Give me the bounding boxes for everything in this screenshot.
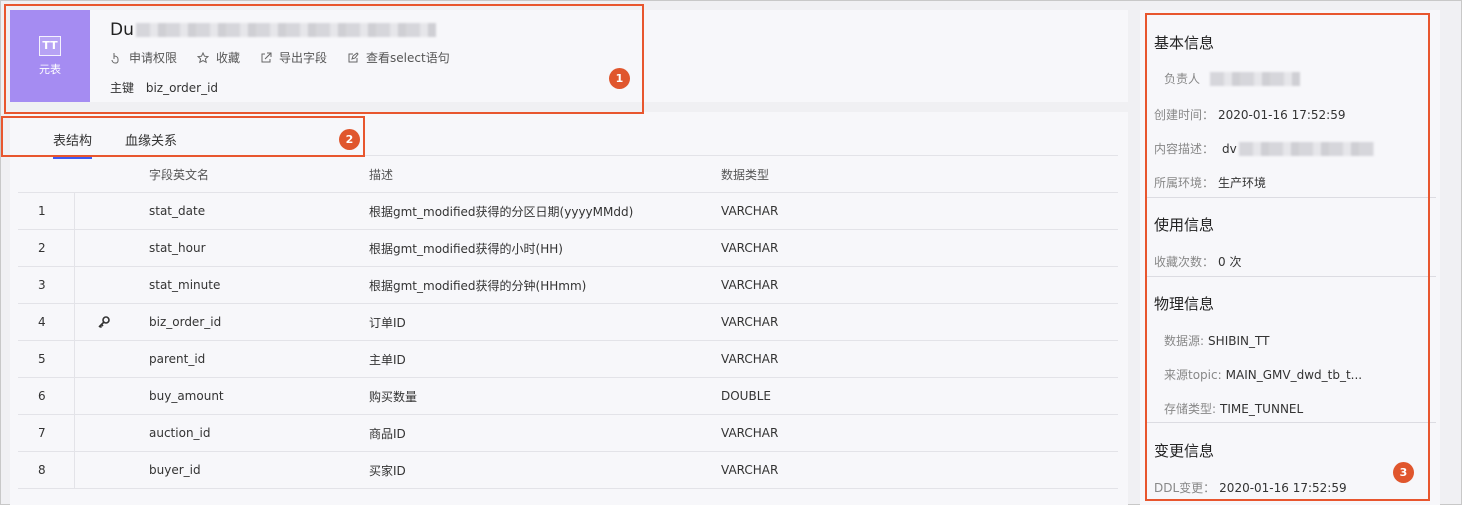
row-index: 1 xyxy=(18,193,75,229)
callout-box-1 xyxy=(4,4,644,114)
field-type: VARCHAR xyxy=(721,463,779,477)
field-description: 买家ID xyxy=(369,463,406,478)
field-type: DOUBLE xyxy=(721,389,771,403)
table-row[interactable]: 1 stat_date 根据gmt_modified获得的分区日期(yyyyMMdd… xyxy=(18,193,1118,230)
row-index: 2 xyxy=(18,230,75,266)
row-index: 6 xyxy=(18,378,75,414)
field-type: VARCHAR xyxy=(721,204,779,218)
callout-box-3 xyxy=(1145,13,1430,501)
table-row[interactable]: 3 stat_minute 根据gmt_modified获得的分钟(HHmm) VAR… xyxy=(18,267,1118,304)
field-name: biz_order_id xyxy=(149,315,222,329)
row-key-cell xyxy=(75,304,149,340)
row-key-cell xyxy=(75,267,149,303)
field-type: VARCHAR xyxy=(721,352,779,366)
field-description: 购买数量 xyxy=(369,389,418,404)
field-type: VARCHAR xyxy=(721,241,779,255)
row-key-cell xyxy=(75,415,149,451)
column-header-type: 数据类型 xyxy=(721,167,770,182)
field-description: 订单ID xyxy=(369,315,406,330)
field-name: parent_id xyxy=(149,352,206,366)
field-description: 根据gmt_modified获得的小时(HH) xyxy=(369,241,563,256)
field-name: stat_minute xyxy=(149,278,221,292)
field-name: auction_id xyxy=(149,426,211,440)
field-name: buyer_id xyxy=(149,463,201,477)
fields-table: 字段英文名 描述 数据类型 1 stat_date 根据gmt_modified获得… xyxy=(18,155,1118,489)
table-row[interactable]: 8 buyer_id 买家ID VARCHAR xyxy=(18,452,1118,489)
table-row[interactable]: 4 biz_order_id 订单ID VARCHAR xyxy=(18,304,1118,341)
index-header xyxy=(18,156,75,192)
main-card: 表结构 血缘关系 字段英文名 描述 数据类型 1 stat_date 根据gmt_m… xyxy=(10,112,1128,505)
callout-badge-3: 3 xyxy=(1393,462,1414,483)
row-index: 4 xyxy=(18,304,75,340)
callout-badge-2: 2 xyxy=(339,129,360,150)
table-header-row: 字段英文名 描述 数据类型 xyxy=(18,156,1118,193)
field-name: stat_hour xyxy=(149,241,206,255)
row-index: 3 xyxy=(18,267,75,303)
row-key-cell xyxy=(75,230,149,266)
row-key-cell xyxy=(75,341,149,377)
row-key-cell xyxy=(75,193,149,229)
field-type: VARCHAR xyxy=(721,315,779,329)
column-header-name: 字段英文名 xyxy=(149,167,210,182)
table-row[interactable]: 5 parent_id 主单ID VARCHAR xyxy=(18,341,1118,378)
callout-box-2 xyxy=(1,116,365,157)
row-key-cell xyxy=(75,378,149,414)
callout-badge-1: 1 xyxy=(609,68,630,89)
table-row[interactable]: 6 buy_amount 购买数量 DOUBLE xyxy=(18,378,1118,415)
field-type: VARCHAR xyxy=(721,278,779,292)
row-index: 7 xyxy=(18,415,75,451)
table-row[interactable]: 7 auction_id 商品ID VARCHAR xyxy=(18,415,1118,452)
field-name: stat_date xyxy=(149,204,206,218)
field-description: 根据gmt_modified获得的分钟(HHmm) xyxy=(369,278,587,293)
field-name: buy_amount xyxy=(149,389,224,403)
row-index: 8 xyxy=(18,452,75,488)
field-description: 根据gmt_modified获得的分区日期(yyyyMMdd) xyxy=(369,204,634,219)
table-row[interactable]: 2 stat_hour 根据gmt_modified获得的小时(HH) VARCHAR xyxy=(18,230,1118,267)
row-key-cell xyxy=(75,452,149,488)
field-description: 主单ID xyxy=(369,352,406,367)
field-type: VARCHAR xyxy=(721,426,779,440)
key-header xyxy=(75,156,149,192)
field-description: 商品ID xyxy=(369,426,406,441)
key-icon xyxy=(98,315,110,328)
row-index: 5 xyxy=(18,341,75,377)
column-header-desc: 描述 xyxy=(369,167,394,182)
